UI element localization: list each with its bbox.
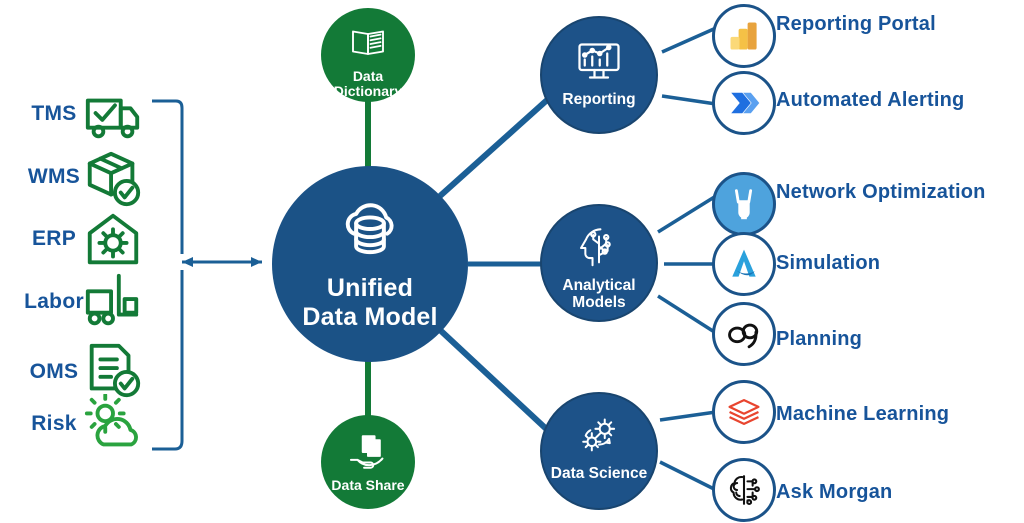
- bracket-joint-arrow: [182, 257, 193, 267]
- node-data-science-label: Data Science: [551, 465, 648, 482]
- reporting-to-automated-alerting-wire: [661, 94, 717, 106]
- node-reporting-label: Reporting: [562, 91, 635, 108]
- node-analytical-models[interactable]: Analytical Models: [540, 204, 658, 322]
- hand-documents-icon: [349, 435, 384, 469]
- power-automate-icon: [731, 92, 760, 114]
- label-line2: Dictionary: [333, 83, 403, 100]
- leaf-label-planning: Planning: [776, 328, 863, 350]
- bracket-to-hub-arrow: [251, 257, 262, 267]
- node-data-science[interactable]: Data Science: [540, 392, 658, 510]
- analytical-to-network-optimization-wire: [657, 194, 717, 234]
- hub-to-reporting-wire: [437, 89, 559, 199]
- box-check-icon: [82, 148, 144, 210]
- leaf-icon-network-optimization[interactable]: [712, 172, 776, 236]
- gears-icon: [582, 418, 616, 452]
- leaf-icon-simulation[interactable]: [712, 232, 776, 296]
- hub-title-line2: Data Model: [302, 302, 438, 331]
- order-document-check-icon: [82, 340, 144, 402]
- source-bracket-top: [152, 99, 184, 254]
- label-line2: Models: [572, 294, 626, 312]
- node-data-dictionary[interactable]: Data Dictionary: [321, 8, 415, 102]
- label-line1: Data Share: [331, 477, 405, 493]
- cloud-database-icon: [345, 203, 394, 255]
- analytical-to-planning-wire: [657, 294, 717, 335]
- hub-unified-data-model[interactable]: Unified Data Model: [272, 166, 468, 362]
- node-data-share-label: Data Share: [331, 477, 405, 493]
- node-reporting[interactable]: Reporting: [540, 16, 658, 134]
- leaf-icon-reporting-portal[interactable]: [712, 4, 776, 68]
- head-circuit-icon: [580, 228, 611, 267]
- hub-title-line1: Unified: [326, 274, 414, 302]
- data-science-to-machine-learning-wire: [659, 410, 717, 422]
- reporting-to-reporting-portal-wire: [661, 26, 717, 54]
- monitor-chart-icon: [578, 43, 620, 79]
- leaf-icon-automated-alerting[interactable]: [712, 71, 776, 135]
- databricks-layers-icon: [728, 398, 760, 426]
- leaf-label-reporting-portal: Reporting Portal: [776, 13, 936, 35]
- label-line1: Reporting: [562, 91, 636, 108]
- leaf-label-network-optimization: Network Optimization: [776, 181, 986, 203]
- brain-circuit-icon: [729, 475, 760, 506]
- leaf-label-simulation: Simulation: [776, 252, 881, 274]
- open-book-icon: [352, 30, 384, 55]
- llamasoft-icon: [734, 189, 753, 220]
- diagram-canvas: TMS WMS ERP Labor OMS Risk Unified Data …: [0, 0, 1024, 523]
- sun-cloud-icon: [82, 394, 144, 456]
- leaf-icon-machine-learning[interactable]: [712, 380, 776, 444]
- leaf-icon-ask-morgan[interactable]: [712, 458, 776, 522]
- leaf-icon-planning[interactable]: [712, 302, 776, 366]
- anylogic-icon: [732, 249, 756, 277]
- label-line1: Data: [352, 68, 384, 84]
- node-data-share[interactable]: Data Share: [321, 415, 415, 509]
- warehouse-gear-icon: [82, 208, 144, 270]
- forklift-icon: [82, 270, 144, 332]
- label-line1: Analytical: [562, 277, 636, 294]
- node-data-dictionary-label: Data Dictionary: [333, 68, 403, 100]
- o9-icon: [728, 323, 759, 349]
- truck-check-icon: [82, 85, 144, 147]
- power-bi-icon: [730, 22, 757, 50]
- source-bracket-bottom: [152, 270, 184, 451]
- leaf-label-ask-morgan: Ask Morgan: [776, 481, 893, 503]
- hub-to-data-science-wire: [437, 327, 559, 441]
- data-science-to-ask-morgan-wire: [659, 460, 717, 492]
- leaf-label-machine-learning: Machine Learning: [776, 403, 950, 425]
- leaf-label-automated-alerting: Automated Alerting: [776, 89, 965, 111]
- hub-title: Unified Data Model: [302, 274, 437, 332]
- node-analytical-models-label: Analytical Models: [562, 277, 635, 312]
- label-line1: Data Science: [550, 465, 648, 482]
